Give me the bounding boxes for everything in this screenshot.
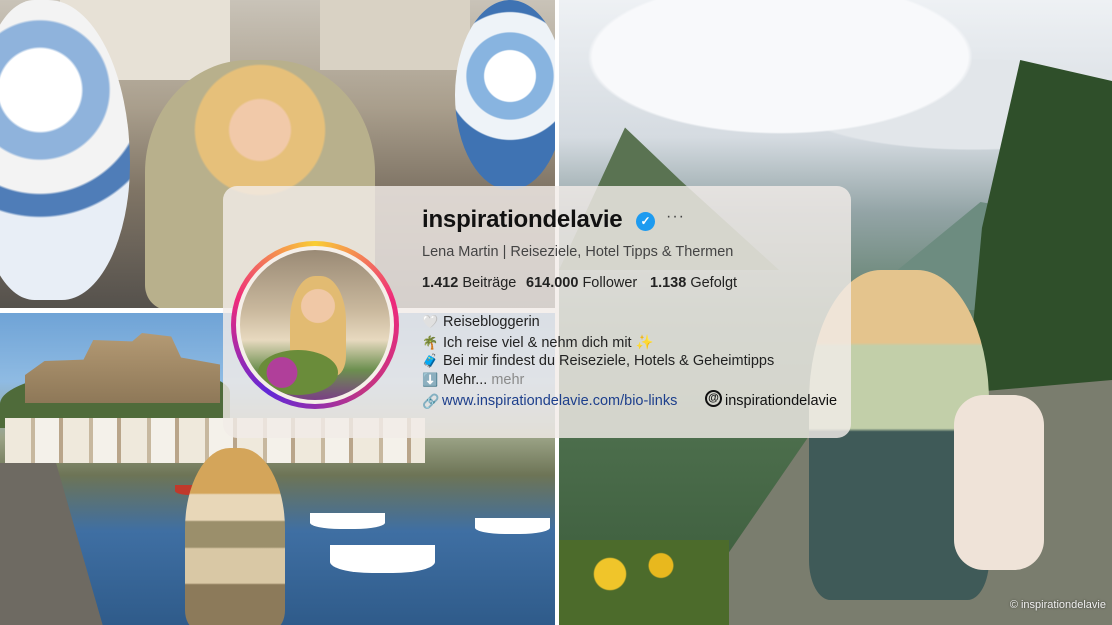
- link-icon: 🔗: [422, 393, 440, 409]
- bio-link[interactable]: www.inspirationdelavie.com/bio-links: [442, 393, 677, 409]
- backpack: [954, 395, 1044, 570]
- copyright-watermark: © inspirationdelavie: [1009, 599, 1106, 611]
- profile-header-card: inspirationdelavie ✓ ··· Lena Martin | R…: [223, 186, 851, 438]
- posts-count-label: Beiträge: [462, 275, 517, 291]
- heart-icon: 🤍: [422, 314, 439, 329]
- bio-line: 🌴 Ich reise viel & nehm dich mit ✨: [422, 334, 654, 351]
- woman-sitting: [185, 448, 285, 625]
- luggage-icon: 🧳: [422, 353, 439, 368]
- avatar[interactable]: [236, 246, 394, 404]
- yellow-flowers: [559, 540, 729, 625]
- threads-icon[interactable]: @: [705, 390, 722, 407]
- posts-count: 1.412 Beiträge: [422, 275, 516, 291]
- bio-line: 🤍 Reisebloggerin: [422, 314, 540, 330]
- castle: [25, 333, 220, 403]
- bio-text: Mehr...: [443, 372, 488, 388]
- following-count-value: 1.138: [650, 275, 687, 291]
- avatar-flowers: [258, 350, 338, 395]
- verified-badge-icon: ✓: [636, 212, 655, 231]
- story-ring[interactable]: [231, 241, 399, 409]
- profile-full-name: Lena Martin | Reiseziele, Hotel Tipps & …: [422, 244, 734, 260]
- posts-count-value: 1.412: [422, 275, 459, 291]
- bio-text: Ich reise viel & nehm dich mit ✨: [443, 335, 654, 351]
- bio-line: ⬇️ Mehr... mehr: [422, 372, 524, 388]
- down-arrow-icon: ⬇️: [422, 372, 439, 387]
- followers-count-label: Follower: [582, 275, 638, 291]
- palm-tree-icon: 🌴: [422, 335, 439, 350]
- followers-count[interactable]: 614.000 Follower: [526, 275, 637, 291]
- following-count[interactable]: 1.138 Gefolgt: [650, 275, 737, 291]
- bio-line: 🧳 Bei mir findest du Reiseziele, Hotels &…: [422, 353, 774, 369]
- following-count-label: Gefolgt: [690, 275, 738, 291]
- bio-text: Reisebloggerin: [443, 314, 540, 330]
- threads-handle[interactable]: inspirationdelavie: [725, 393, 837, 409]
- flower-arch-right: [455, 0, 555, 190]
- username: inspirationdelavie: [422, 206, 623, 233]
- boat: [330, 545, 435, 573]
- quay-wall: [0, 463, 105, 625]
- boat: [310, 513, 385, 529]
- more-options-icon[interactable]: ···: [666, 208, 685, 226]
- more-bio-link[interactable]: mehr: [491, 372, 524, 388]
- boat: [475, 518, 550, 534]
- bio-text: Bei mir findest du Reiseziele, Hotels & …: [443, 353, 775, 369]
- followers-count-value: 614.000: [526, 275, 579, 291]
- building: [320, 0, 470, 70]
